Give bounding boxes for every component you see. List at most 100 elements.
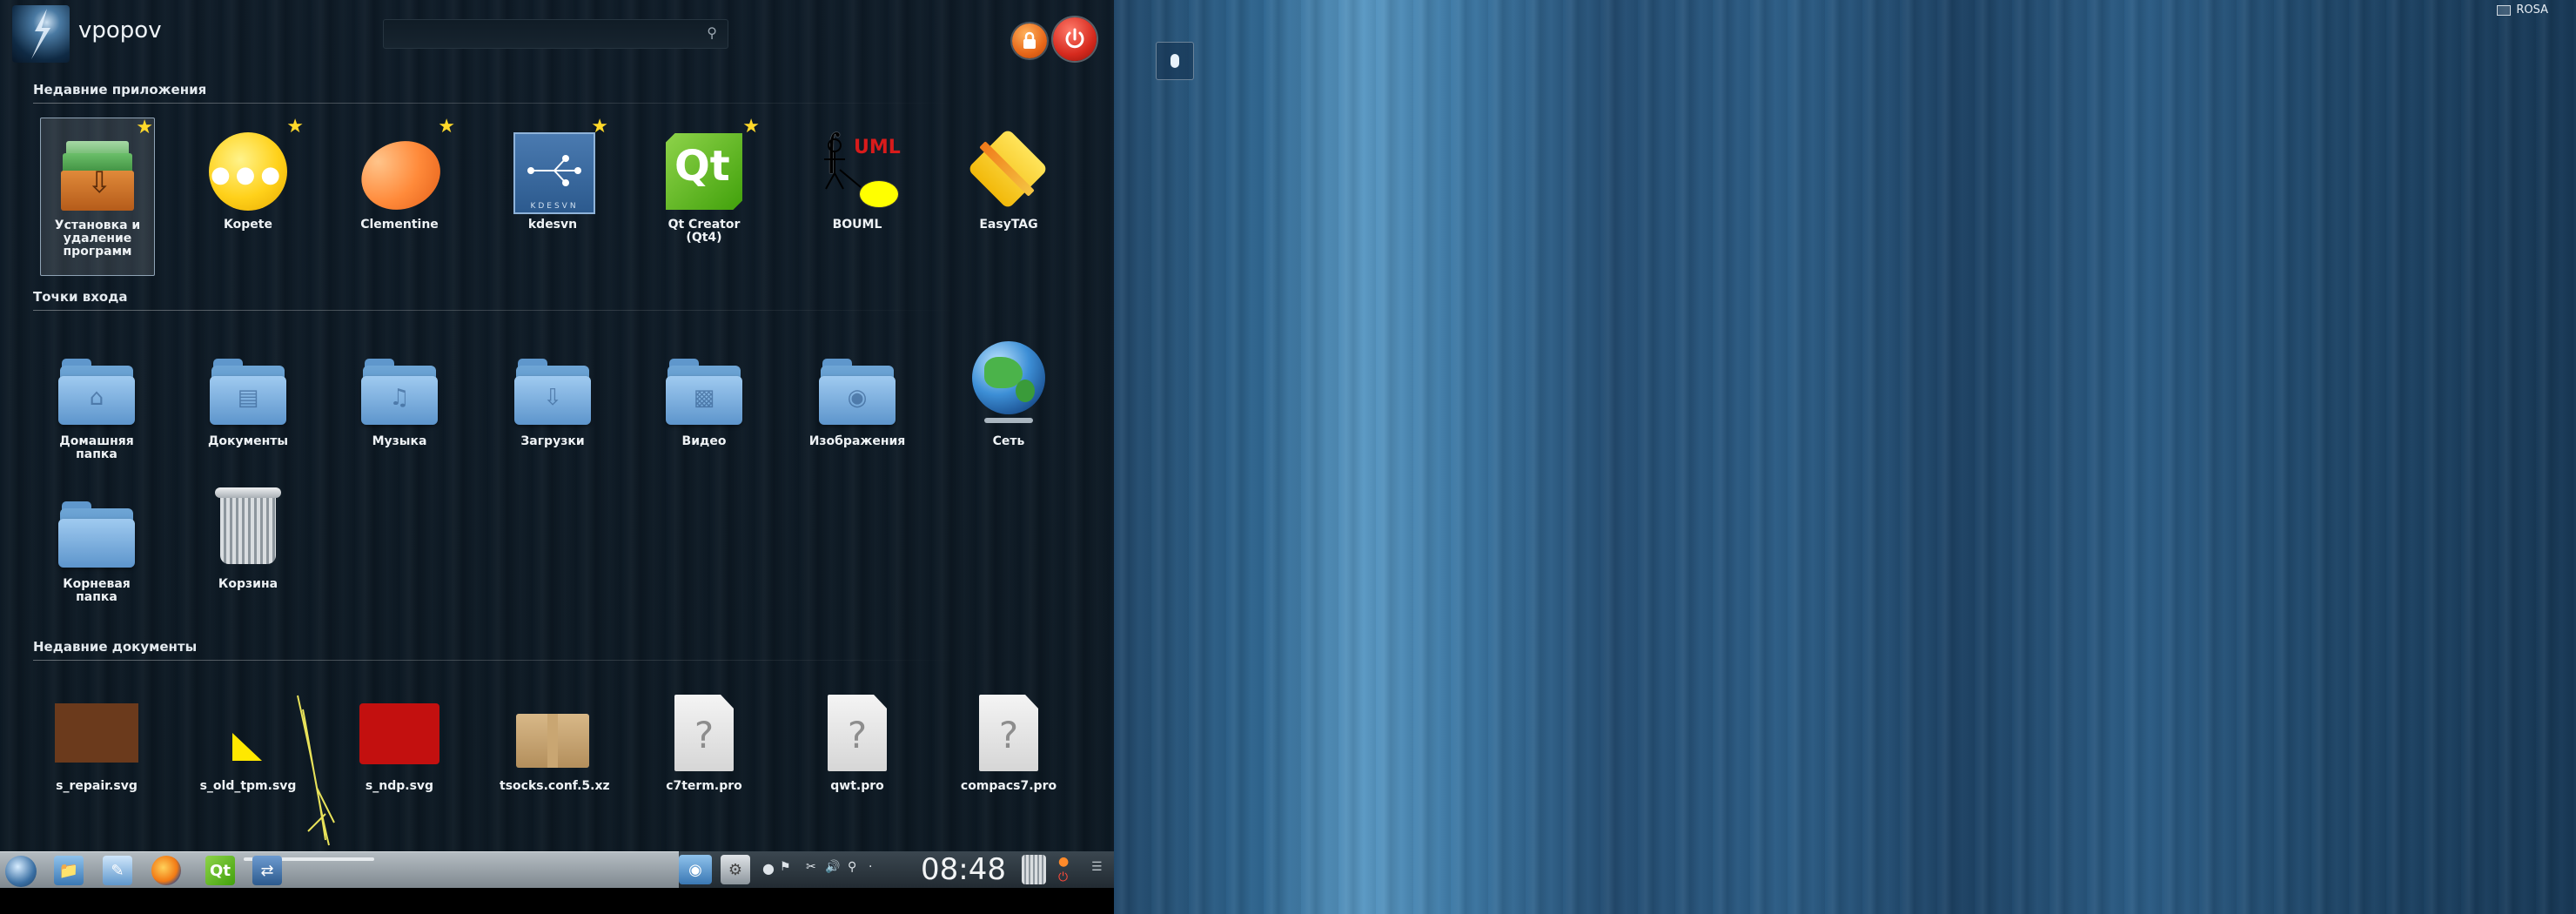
svg-preview-icon [206, 691, 290, 775]
panel-toolbox-icon[interactable]: ☰ [1091, 860, 1103, 874]
text-editor-icon[interactable]: ✎ [103, 856, 132, 885]
app-tile-install-remove[interactable]: ⇩ ★ Установка и удаление программ [40, 118, 155, 276]
keyboard-layout-icon[interactable]: ⚑ [780, 860, 791, 874]
place-label: Корзина [218, 577, 278, 591]
doc-tile-s-repair[interactable]: s_repair.svg [40, 691, 153, 793]
place-label: Видео [681, 434, 727, 448]
app-tile-kopete[interactable]: ●●● ★ Kopete [191, 118, 305, 232]
app-tile-easytag[interactable]: EasyTAG [952, 118, 1065, 232]
power-icon[interactable]: ⏻ [1058, 870, 1068, 884]
svg-preview-icon [55, 691, 138, 775]
place-tile-documents[interactable]: ▤ Документы [191, 346, 305, 448]
section-divider [33, 660, 956, 661]
doc-tile-tsocks[interactable]: tsocks.conf.5.xz [496, 691, 610, 793]
place-tile-music[interactable]: ♫ Музыка [343, 346, 456, 448]
desktop-toolbox-widget[interactable] [1156, 42, 1194, 80]
favorite-star-icon[interactable]: ★ [591, 118, 608, 137]
easytag-icon [967, 128, 1050, 213]
device-notifier-icon[interactable]: ⚲ [848, 860, 856, 874]
lock-icon [1023, 31, 1036, 49]
app-label: Clementine [360, 218, 439, 232]
place-label: Домашняя папка [59, 434, 134, 461]
doc-tile-compacs7[interactable]: ? compacs7.pro [952, 691, 1065, 793]
network-manager-icon[interactable]: ● [762, 860, 775, 877]
package-install-icon: ⇩ ★ [56, 118, 153, 214]
trash-icon [206, 484, 290, 573]
lock-screen-button[interactable] [1012, 24, 1047, 58]
bouml-icon: ⌠ UML [815, 130, 901, 213]
unknown-file-icon: ? [967, 691, 1050, 775]
root-folder-icon [55, 489, 138, 573]
section-divider [33, 310, 956, 311]
folder-view-icon [2497, 4, 2512, 16]
archive-icon [511, 691, 594, 775]
place-tile-network[interactable]: Сеть [952, 341, 1065, 448]
power-off-button[interactable] [1053, 17, 1097, 61]
qt-creator-icon[interactable]: Qt [205, 856, 235, 885]
lock-icon[interactable]: ● [1058, 855, 1069, 869]
favorite-star-icon[interactable]: ★ [136, 118, 153, 138]
app-label: Установка и удаление программ [54, 218, 141, 259]
app-label: Qt Creator (Qt4) [667, 218, 741, 245]
pictures-folder-icon: ◉ [815, 346, 899, 430]
kopete-icon: ●●● [209, 132, 287, 211]
place-label: Сеть [992, 434, 1025, 448]
app-label: Kopete [224, 218, 272, 232]
app-tile-qt-creator[interactable]: Qt ★ Qt Creator (Qt4) [647, 118, 761, 245]
search-field[interactable]: ⚲ [383, 19, 728, 49]
place-tile-home[interactable]: ⌂ Домашняя папка [40, 346, 153, 461]
favorite-star-icon[interactable]: ★ [742, 118, 760, 137]
documents-folder-icon: ▤ [206, 346, 290, 430]
doc-label: qwt.pro [830, 779, 884, 793]
app-label: BOUML [832, 218, 882, 232]
clementine-icon [345, 118, 453, 225]
firefox-icon[interactable] [151, 856, 181, 885]
trash-tray-icon[interactable] [1022, 855, 1046, 884]
doc-tile-qwt[interactable]: ? qwt.pro [801, 691, 914, 793]
favorite-star-icon[interactable]: ★ [438, 118, 455, 137]
unknown-file-icon: ? [662, 691, 746, 775]
mouse-icon [1171, 54, 1179, 68]
screenshot-icon[interactable]: ⚙ [721, 855, 750, 884]
place-label: Загрузки [520, 434, 585, 448]
section-title-places: Точки входа [33, 289, 128, 305]
place-tile-video[interactable]: ▩ Видео [647, 346, 761, 448]
app-label: kdesvn [527, 218, 578, 232]
place-tile-pictures[interactable]: ◉ Изображения [801, 346, 914, 448]
desktop-corner-label[interactable]: ROSA [2497, 3, 2548, 17]
lightning-icon [31, 9, 50, 59]
kdesvn-icon[interactable]: ⇄ [252, 856, 282, 885]
doc-label: tsocks.conf.5.xz [500, 779, 610, 793]
rosa-launcher-icon[interactable] [5, 856, 37, 887]
doc-tile-s-old-tpm[interactable]: s_old_tpm.svg [191, 691, 305, 793]
place-tile-downloads[interactable]: ⇩ Загрузки [496, 346, 609, 448]
search-icon: ⚲ [707, 24, 717, 41]
file-manager-icon[interactable]: 📁 [54, 856, 84, 885]
svg-sketch-decoration [297, 695, 335, 846]
video-folder-icon: ▩ [662, 346, 746, 430]
section-title-recent-apps: Недавние приложения [33, 82, 207, 97]
app-tile-clementine[interactable]: ★ Clementine [343, 118, 456, 232]
app-tile-bouml[interactable]: ⌠ UML BOUML [801, 118, 914, 232]
favorite-star-icon[interactable]: ★ [286, 118, 304, 137]
place-tile-trash[interactable]: Корзина [191, 484, 305, 591]
clock[interactable]: 08:48 [921, 851, 1006, 888]
camera-icon[interactable]: ◉ [679, 855, 712, 884]
place-label: Корневая папка [63, 577, 131, 604]
user-avatar[interactable] [12, 5, 70, 63]
desktop-background: ROSA [1114, 0, 2576, 914]
downloads-folder-icon: ⇩ [511, 346, 594, 430]
unknown-file-icon: ? [815, 691, 899, 775]
doc-tile-c7term[interactable]: ? c7term.pro [647, 691, 761, 793]
section-title-recent-docs: Недавние документы [33, 639, 198, 655]
volume-icon[interactable]: 🔊 [825, 860, 840, 874]
clipboard-icon[interactable]: ✂ [806, 860, 816, 874]
app-label: EasyTAG [979, 218, 1038, 232]
doc-tile-s-ndp[interactable]: s_ndp.svg [343, 691, 456, 793]
place-tile-root[interactable]: Корневая папка [40, 489, 153, 604]
music-folder-icon: ♫ [358, 346, 441, 430]
app-tile-kdesvn[interactable]: KDESVN ★ kdesvn [496, 118, 609, 232]
qt-creator-icon: Qt [666, 133, 742, 210]
place-label: Документы [207, 434, 289, 448]
search-input[interactable] [389, 24, 697, 44]
